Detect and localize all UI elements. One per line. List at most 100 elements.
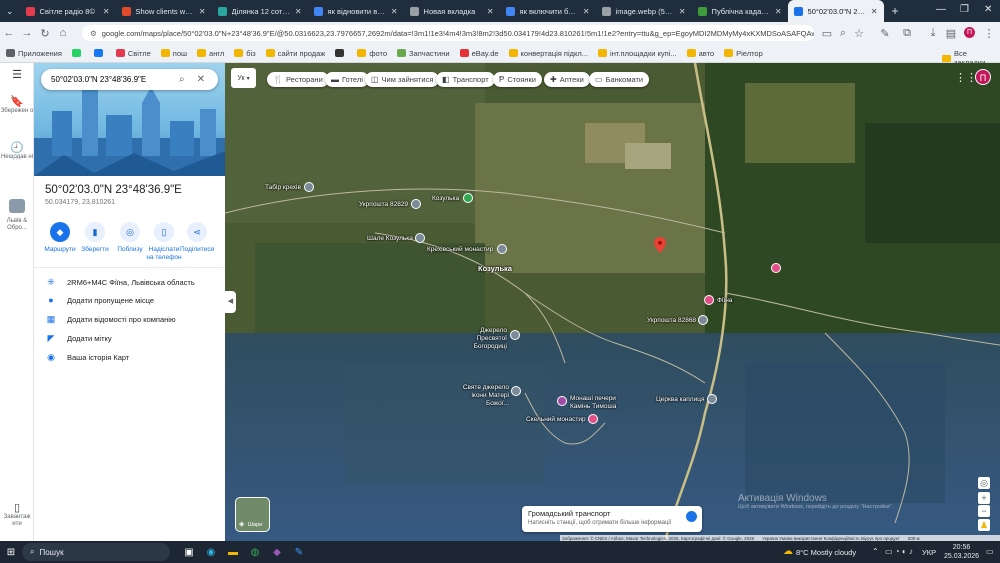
zoom-in-button[interactable]: + [978, 492, 990, 504]
poi-label-shale[interactable]: Шале Козулька [367, 235, 413, 242]
poi-label-post1[interactable]: Укрпошта 82829 [359, 201, 408, 208]
bookmark-item[interactable]: Ріелтор [724, 49, 763, 58]
share-button[interactable]: ⋖ Поділитися [180, 222, 214, 254]
maps-history-row[interactable]: ◉ Ваша історія Карт [45, 352, 220, 363]
bookmark-item[interactable]: Запчастини [397, 49, 450, 58]
browser-tab[interactable]: Show clients what yo ✕ [116, 0, 212, 22]
poi-label-post2[interactable]: Укрпошта 82868 [647, 317, 696, 324]
bookmark-item[interactable]: сайти продаж [265, 49, 325, 58]
tab-close-icon[interactable]: ✕ [583, 7, 590, 16]
poi-label-monastery[interactable]: Крехівський монастир [427, 246, 493, 253]
browser-tab[interactable]: Ділянка 12 соток с. ✕ [212, 0, 308, 22]
add-place-row[interactable]: ● Додати пропущене місце [45, 295, 220, 305]
menu-button[interactable]: ☰ [0, 70, 34, 81]
tab-close-icon[interactable]: ✕ [775, 7, 782, 16]
bookmark-item[interactable]: інт.площадки купі... [598, 49, 677, 58]
poi-pin[interactable] [511, 386, 521, 396]
poi-pin[interactable] [588, 414, 598, 424]
plus-code-row[interactable]: ⁜ 2RM6+M4C Фіїна, Львівська область [45, 277, 220, 288]
chip-things-to-do[interactable]: ◫ Чим зайнятися [365, 72, 440, 87]
collapse-panel-button[interactable]: ◀ [225, 291, 236, 313]
transit-layer-card[interactable]: Громадський транспорт Натисніть станції,… [522, 506, 702, 532]
tab-close-icon[interactable]: ✕ [295, 7, 302, 16]
poi-label-tserkva[interactable]: Церква каплиця [656, 396, 704, 403]
map-profile-avatar[interactable]: П [975, 69, 991, 85]
bookmark-item[interactable]: пош [160, 49, 187, 58]
send-to-phone-button[interactable]: ▯ Надіслати на телефон [146, 222, 182, 262]
zoom-out-button[interactable]: − [978, 505, 990, 517]
forward-icon[interactable]: → [18, 27, 36, 39]
bookmark-item[interactable]: фото [357, 49, 387, 58]
task-view-icon[interactable]: ▣ [178, 541, 200, 563]
bookmark-item[interactable] [71, 49, 84, 58]
recent-button[interactable]: 🕘 Нещодав ні [0, 143, 34, 161]
menu-icon[interactable]: ⋮ [980, 27, 998, 40]
browser-tab[interactable]: як включити блютус ✕ [500, 0, 596, 22]
poi-pin[interactable] [411, 199, 421, 209]
layers-button[interactable]: ◈ Шари [235, 497, 270, 532]
poi-label-fiina[interactable]: Фіїна [717, 297, 732, 304]
weather-text[interactable]: 8°C Mostly cloudy [796, 548, 856, 557]
browser-tab[interactable]: Світле радіо 8© ✕ [20, 0, 116, 22]
transit-toggle[interactable] [686, 511, 697, 522]
bookmark-item[interactable]: eBay.de [459, 49, 499, 58]
tab-close-icon[interactable]: ✕ [487, 7, 494, 16]
nearby-button[interactable]: ◎ Поблизу [113, 222, 147, 254]
language-indicator[interactable]: УКР [922, 548, 936, 557]
tab-close-icon[interactable]: ✕ [103, 7, 110, 16]
poi-pin[interactable] [304, 182, 314, 192]
profile-avatar[interactable]: П [964, 27, 975, 38]
tab-search-icon[interactable]: ⌄ [0, 6, 20, 17]
weather-icon[interactable]: ☁ [783, 546, 793, 557]
recent-place-lviv[interactable]: Львів & Обро... [0, 199, 34, 232]
poi-pin[interactable] [704, 295, 714, 305]
chrome-icon[interactable]: ◍ [244, 541, 266, 563]
back-icon[interactable]: ← [0, 27, 18, 39]
satellite-map[interactable] [225, 63, 1000, 541]
poi-pin[interactable] [463, 193, 473, 203]
map-footer-links[interactable]: Україна Умови використання Конфіденційні… [762, 536, 900, 541]
bookmark-item[interactable] [335, 49, 347, 58]
poi-pin[interactable] [415, 233, 425, 243]
edge-icon[interactable]: ◉ [200, 541, 222, 563]
poi-pin[interactable] [698, 315, 708, 325]
tab-close-icon[interactable]: ✕ [199, 7, 206, 16]
poi-label-pechery[interactable]: Монаші печери Камінь Тимоша [570, 395, 620, 411]
directions-button[interactable]: ◆ Маршрути [43, 222, 77, 254]
search-input[interactable] [51, 75, 169, 84]
browser-tab[interactable]: Публічна кадастров ✕ [692, 0, 788, 22]
download-icon[interactable]: ⤓ [924, 27, 942, 40]
browser-tab[interactable]: Новая вкладка ✕ [404, 0, 500, 22]
bookmark-item[interactable] [93, 49, 106, 58]
browser-tab[interactable]: image.webp (562×9 ✕ [596, 0, 692, 22]
poi-label-tabir[interactable]: Табір крехів [265, 184, 301, 191]
bookmark-item[interactable]: авто [686, 49, 714, 58]
poi-label-sviate[interactable]: Святе джерело ікони Матері Божої... [447, 384, 509, 408]
close-icon[interactable]: ✕ [197, 74, 205, 85]
extensions-icon[interactable]: ⧉ [898, 27, 916, 40]
search-icon[interactable]: ⌕ [179, 74, 185, 85]
bookmark-item[interactable]: англ [197, 49, 224, 58]
poi-pin[interactable] [497, 244, 507, 254]
address-bar[interactable]: ⚙ google.com/maps/place/50°02'03.0"N+23°… [82, 25, 814, 41]
bookmark-item[interactable]: конвертація підкл... [508, 49, 588, 58]
taskbar-search[interactable]: ⌕ Пошук [22, 543, 170, 561]
install-app-button[interactable]: ▯ Завантаж ити [0, 503, 34, 528]
map-scale[interactable]: 200 м [908, 536, 920, 541]
minimize-button[interactable]: — [936, 4, 946, 15]
dropped-pin-icon[interactable] [654, 237, 666, 253]
tab-close-icon[interactable]: ✕ [391, 7, 398, 16]
windows-start-icon[interactable]: ⊞ [0, 541, 22, 563]
file-explorer-icon[interactable]: ▬ [222, 541, 244, 563]
maximize-button[interactable]: ❐ [960, 4, 969, 15]
add-business-row[interactable]: ▦ Додати відомості про компанію [45, 314, 220, 325]
sidebar-icon[interactable]: ▤ [942, 27, 960, 40]
poi-pin[interactable] [557, 396, 567, 406]
chip-parking[interactable]: Ᵽ Стоянки [493, 72, 542, 87]
chip-hotels[interactable]: ▬ Готелі [325, 72, 369, 87]
poi-pin[interactable] [510, 330, 520, 340]
town-label-kozulka[interactable]: Козулька [478, 264, 512, 273]
close-window-button[interactable]: ✕ [984, 4, 992, 15]
chip-atms[interactable]: ▭ Банкомати [589, 72, 650, 87]
browser-tab[interactable]: як відновити вкладк ✕ [308, 0, 404, 22]
